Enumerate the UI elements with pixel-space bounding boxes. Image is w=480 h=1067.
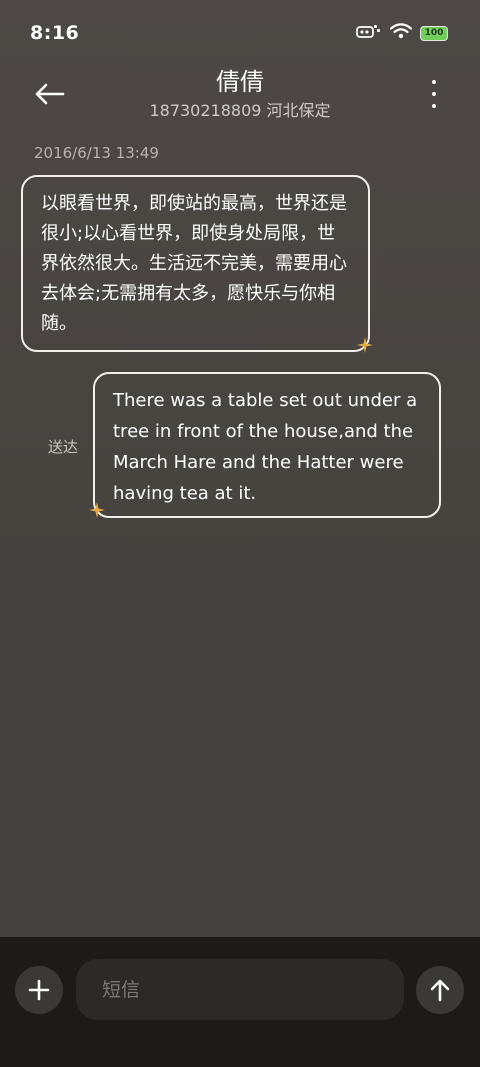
status-bar: 8:16 100 xyxy=(0,0,480,66)
arrow-up-icon xyxy=(430,979,450,1002)
composer-bar xyxy=(0,937,480,1067)
outgoing-message-bubble[interactable]: There was a table set out under a tree i… xyxy=(93,372,441,518)
conversation-header: 倩倩 18730218809 河北保定 xyxy=(0,62,480,134)
message-input[interactable] xyxy=(100,977,380,1002)
sparkle-icon xyxy=(89,502,105,518)
more-vertical-icon xyxy=(432,80,436,84)
contact-number-location: 18730218809 河北保定 xyxy=(149,101,331,120)
contact-info[interactable]: 倩倩 18730218809 河北保定 xyxy=(90,66,390,122)
wifi-icon xyxy=(389,23,413,43)
contact-name: 倩倩 xyxy=(216,68,264,96)
battery-icon: 100 xyxy=(420,25,448,41)
plus-icon xyxy=(28,979,50,1001)
add-attachment-button[interactable] xyxy=(15,966,63,1014)
sparkle-icon xyxy=(357,337,373,353)
message-input-container[interactable] xyxy=(76,959,404,1020)
messaging-screen: 8:16 100 倩倩 18730218809 河北保定 2016/6/13 1… xyxy=(0,0,480,1067)
status-time: 8:16 xyxy=(30,22,80,44)
status-icons: 100 xyxy=(356,23,448,43)
back-button[interactable] xyxy=(30,78,68,110)
incoming-message-bubble[interactable]: 以眼看世界，即使站的最高，世界还是很小;以心看世界，即使身处局限，世界依然很大。… xyxy=(21,175,370,352)
more-options-button[interactable] xyxy=(424,80,444,108)
send-button[interactable] xyxy=(416,966,464,1014)
message-timestamp: 2016/6/13 13:49 xyxy=(34,144,159,162)
arrow-left-icon xyxy=(35,83,65,105)
sent-status: 送达 xyxy=(48,438,79,456)
outgoing-message-text: There was a table set out under a tree i… xyxy=(113,390,418,504)
signal-icon xyxy=(356,23,382,43)
incoming-message-text: 以眼看世界，即使站的最高，世界还是很小;以心看世界，即使身处局限，世界依然很大。… xyxy=(41,193,347,334)
